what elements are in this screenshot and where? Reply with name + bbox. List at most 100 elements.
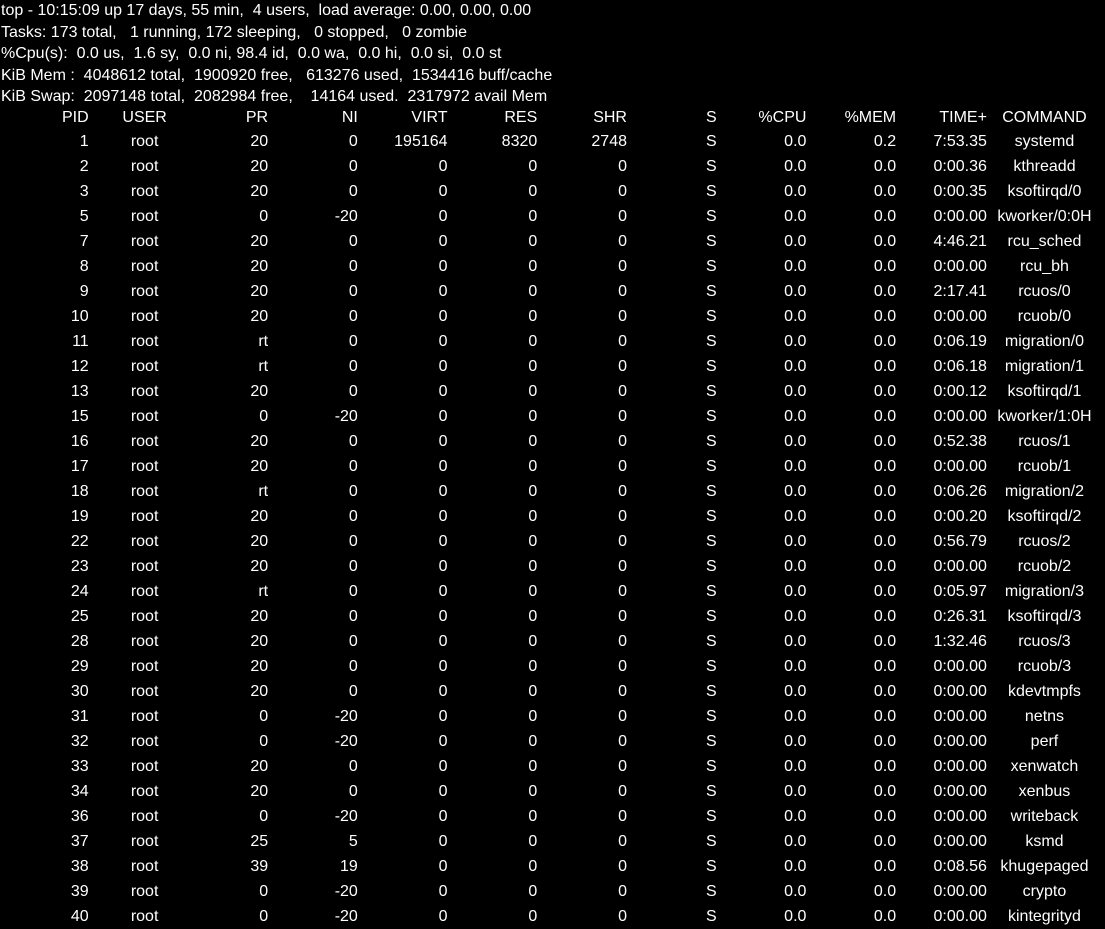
process-priority: 20 [250, 383, 269, 400]
process-row[interactable]: 8 root 20 0 0 0 0 S 0.0 0.0 0:00.00 rcu_bh [0, 254, 1100, 279]
process-row[interactable]: 17 root 20 0 0 0 0 S 0.0 0.0 0:00.00 rcuob/1 [0, 454, 1100, 479]
process-virt: 0 [438, 383, 448, 400]
process-state: S [706, 158, 717, 175]
process-row[interactable]: 16 root 20 0 0 0 0 S 0.0 0.0 0:52.38 rcuos/1 [0, 429, 1100, 454]
process-state: S [706, 608, 717, 625]
process-row[interactable]: 5 root 0 -20 0 0 0 S 0.0 0.0 0:00.00 kworker/0:0H [0, 204, 1100, 229]
process-virt: 0 [438, 558, 448, 575]
process-row[interactable]: 11 root rt 0 0 0 0 S 0.0 0.0 0:06.19 migration/0 [0, 329, 1100, 354]
process-res: 0 [528, 883, 538, 900]
process-state: S [706, 908, 717, 925]
process-mem: 0.0 [873, 633, 897, 650]
process-row[interactable]: 38 root 39 19 0 0 0 S 0.0 0.0 0:08.56 khugepaged [0, 854, 1100, 879]
process-virt: 0 [438, 208, 448, 225]
process-cpu: 0.0 [784, 783, 807, 800]
process-row[interactable]: 28 root 20 0 0 0 0 S 0.0 0.0 1:32.46 rcuos/3 [0, 629, 1100, 654]
process-row[interactable]: 19 root 20 0 0 0 0 S 0.0 0.0 0:00.20 ksoftirqd/2 [0, 504, 1100, 529]
process-cpu: 0.0 [784, 283, 807, 300]
process-row[interactable]: 10 root 20 0 0 0 0 S 0.0 0.0 0:00.00 rcuob/0 [0, 304, 1100, 329]
process-command: rcuos/2 [1018, 533, 1071, 550]
process-row[interactable]: 34 root 20 0 0 0 0 S 0.0 0.0 0:00.00 xenbus [0, 779, 1100, 804]
process-mem: 0.0 [873, 558, 897, 575]
process-row[interactable]: 24 root rt 0 0 0 0 S 0.0 0.0 0:05.97 migration/3 [0, 579, 1100, 604]
process-shr: 0 [618, 408, 627, 425]
process-user: root [130, 233, 159, 250]
process-virt: 0 [438, 833, 448, 850]
process-row[interactable]: 13 root 20 0 0 0 0 S 0.0 0.0 0:00.12 ksoftirqd/1 [0, 379, 1100, 404]
process-state: S [706, 183, 717, 200]
process-priority: 20 [250, 258, 269, 275]
process-pid: 31 [70, 708, 89, 725]
process-cpu: 0.0 [784, 583, 807, 600]
process-row[interactable]: 32 root 0 -20 0 0 0 S 0.0 0.0 0:00.00 perf [0, 729, 1100, 754]
process-command: ksoftirqd/0 [1007, 183, 1082, 200]
process-shr: 0 [618, 158, 627, 175]
process-shr: 0 [618, 858, 627, 875]
process-nice: -20 [334, 908, 358, 925]
process-pid: 25 [70, 608, 89, 625]
process-row[interactable]: 9 root 20 0 0 0 0 S 0.0 0.0 2:17.41 rcuos/0 [0, 279, 1100, 304]
process-res: 0 [528, 433, 538, 450]
process-command: rcuob/3 [1017, 658, 1072, 675]
process-priority: 0 [259, 908, 269, 925]
process-shr: 0 [618, 658, 627, 675]
process-row[interactable]: 30 root 20 0 0 0 0 S 0.0 0.0 0:00.00 kdevtmpfs [0, 679, 1100, 704]
process-pid: 37 [70, 833, 89, 850]
process-row[interactable]: 18 root rt 0 0 0 0 S 0.0 0.0 0:06.26 migration/2 [0, 479, 1100, 504]
process-row[interactable]: 22 root 20 0 0 0 0 S 0.0 0.0 0:56.79 rcuos/2 [0, 529, 1100, 554]
process-virt: 0 [438, 908, 448, 925]
process-virt: 0 [438, 758, 448, 775]
process-virt: 0 [438, 733, 448, 750]
process-state: S [706, 433, 717, 450]
process-shr: 0 [618, 908, 627, 925]
process-state: S [706, 333, 717, 350]
process-cpu: 0.0 [784, 833, 807, 850]
process-row[interactable]: 40 root 0 -20 0 0 0 S 0.0 0.0 0:00.00 kintegrityd [0, 904, 1100, 929]
terminal-window[interactable]: top - 10:15:09 up 17 days, 55 min, 4 use… [0, 0, 1105, 929]
process-state: S [706, 883, 717, 900]
process-res: 0 [528, 508, 538, 525]
process-mem: 0.0 [873, 533, 897, 550]
process-time: 0:00.00 [933, 658, 987, 675]
process-state: S [706, 233, 717, 250]
process-mem: 0.0 [873, 833, 897, 850]
process-shr: 0 [618, 208, 627, 225]
process-row[interactable]: 39 root 0 -20 0 0 0 S 0.0 0.0 0:00.00 crypto [0, 879, 1100, 904]
process-row[interactable]: 7 root 20 0 0 0 0 S 0.0 0.0 4:46.21 rcu_sched [0, 229, 1100, 254]
process-row[interactable]: 37 root 25 5 0 0 0 S 0.0 0.0 0:00.00 ksmd [0, 829, 1100, 854]
process-row[interactable]: 23 root 20 0 0 0 0 S 0.0 0.0 0:00.00 rcuob/2 [0, 554, 1100, 579]
process-row[interactable]: 29 root 20 0 0 0 0 S 0.0 0.0 0:00.00 rcuob/3 [0, 654, 1100, 679]
process-row[interactable]: 15 root 0 -20 0 0 0 S 0.0 0.0 0:00.00 kworker/1:0H [0, 404, 1100, 429]
process-user: root [130, 533, 159, 550]
process-shr: 0 [618, 508, 627, 525]
process-priority: 20 [250, 158, 269, 175]
process-table: PID USER PR NI VIRT RES SHR S %CPU %MEM … [0, 107, 1100, 929]
process-shr: 0 [618, 758, 627, 775]
process-user: root [130, 658, 159, 675]
process-state: S [706, 383, 717, 400]
process-pid: 23 [70, 558, 89, 575]
process-row[interactable]: 31 root 0 -20 0 0 0 S 0.0 0.0 0:00.00 netns [0, 704, 1100, 729]
process-state: S [706, 833, 717, 850]
process-command: migration/3 [1004, 583, 1085, 600]
process-row[interactable]: 25 root 20 0 0 0 0 S 0.0 0.0 0:26.31 ksoftirqd/3 [0, 604, 1100, 629]
process-cpu: 0.0 [784, 508, 807, 525]
process-row[interactable]: 3 root 20 0 0 0 0 S 0.0 0.0 0:00.35 ksoftirqd/0 [0, 179, 1100, 204]
process-command: kworker/0:0H [997, 208, 1092, 225]
process-shr: 2748 [591, 133, 627, 150]
process-row[interactable]: 1 root 20 0 195164 8320 2748 S 0.0 0.2 7:53.35 syst… [0, 129, 1100, 154]
process-shr: 0 [618, 233, 627, 250]
process-pid: 19 [70, 508, 89, 525]
process-nice: 0 [348, 533, 358, 550]
process-command: rcuos/1 [1018, 433, 1071, 450]
process-row[interactable]: 2 root 20 0 0 0 0 S 0.0 0.0 0:00.36 kthreadd [0, 154, 1100, 179]
process-row[interactable]: 33 root 20 0 0 0 0 S 0.0 0.0 0:00.00 xenwatch [0, 754, 1100, 779]
process-time: 0:00.00 [933, 458, 987, 475]
process-virt: 0 [438, 258, 448, 275]
process-command: rcu_bh [1020, 258, 1069, 275]
process-row[interactable]: 12 root rt 0 0 0 0 S 0.0 0.0 0:06.18 migration/1 [0, 354, 1100, 379]
process-row[interactable]: 36 root 0 -20 0 0 0 S 0.0 0.0 0:00.00 writeback [0, 804, 1100, 829]
process-res: 0 [528, 858, 538, 875]
process-command: systemd [1014, 133, 1075, 150]
process-pid: 2 [79, 158, 89, 175]
